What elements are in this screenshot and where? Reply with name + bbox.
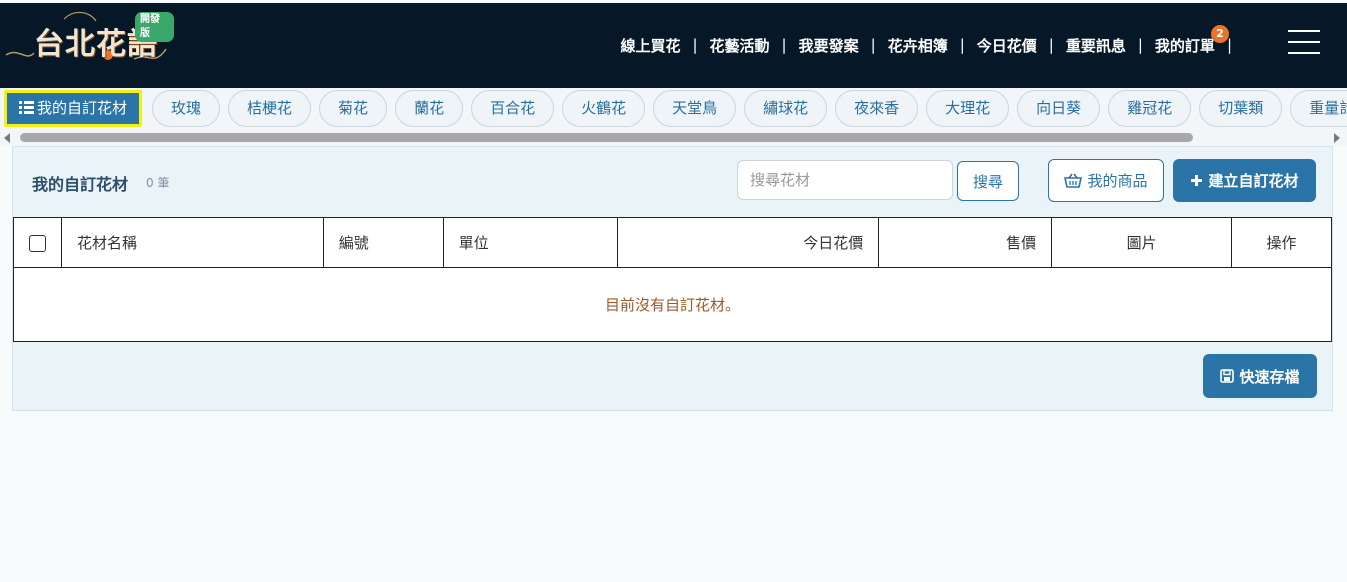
order-count-badge: 2: [1210, 24, 1229, 43]
empty-message: 目前沒有自訂花材。: [13, 267, 1332, 342]
category-anthurium[interactable]: 火鶴花: [562, 90, 646, 127]
category-dahlia[interactable]: 大理花: [926, 90, 1010, 127]
panel-title: 我的自訂花材: [32, 175, 129, 194]
nav-separator: |: [692, 36, 698, 54]
category-tuberose[interactable]: 夜來香: [835, 90, 919, 127]
table-header-row: 花材名稱 編號 單位 今日花價 售價 圖片 操作: [13, 217, 1332, 268]
create-custom-material-button[interactable]: 建立自訂花材: [1173, 159, 1316, 202]
site-logo[interactable]: 台北花語 開發版: [4, 7, 174, 81]
nav-separator: |: [870, 36, 876, 54]
nav-my-orders-label: 我的訂單: [1154, 36, 1215, 55]
materials-table: 花材名稱 編號 單位 今日花價 售價 圖片 操作 目前沒有自訂花材。: [13, 217, 1332, 342]
nav-important-news[interactable]: 重要訊息: [1066, 35, 1126, 56]
category-bar: 我的自訂花材 玫瑰 桔梗花 菊花 蘭花 百合花 火鶴花 天堂鳥 繡球花 夜來香 …: [0, 88, 1347, 146]
nav-separator: |: [1137, 36, 1143, 54]
category-by-weight[interactable]: 重量計花: [1290, 90, 1347, 127]
nav-separator: |: [1226, 36, 1232, 54]
category-list: 我的自訂花材 玫瑰 桔梗花 菊花 蘭花 百合花 火鶴花 天堂鳥 繡球花 夜來香 …: [4, 90, 1347, 127]
category-eustoma[interactable]: 桔梗花: [228, 90, 312, 127]
category-celosia[interactable]: 雞冠花: [1108, 90, 1192, 127]
nav-post-job[interactable]: 我要發案: [799, 35, 859, 56]
nav-separator: |: [781, 36, 787, 54]
scrollbar-thumb[interactable]: [20, 133, 1193, 142]
quick-save-label: 快速存檔: [1239, 367, 1300, 386]
category-hydrangea[interactable]: 繡球花: [744, 90, 828, 127]
nav-floral-events[interactable]: 花藝活動: [710, 35, 770, 56]
plus-icon: [1190, 174, 1203, 187]
category-chrysanthemum[interactable]: 菊花: [319, 90, 388, 127]
horizontal-scrollbar[interactable]: [0, 130, 1347, 143]
category-orchid[interactable]: 蘭花: [395, 90, 464, 127]
category-my-custom[interactable]: 我的自訂花材: [4, 90, 143, 127]
category-bird-of-paradise[interactable]: 天堂鳥: [653, 90, 737, 127]
category-sunflower[interactable]: 向日葵: [1017, 90, 1101, 127]
item-count: 0 筆: [146, 176, 170, 190]
col-image: 圖片: [1051, 217, 1232, 268]
col-unit[interactable]: 單位: [442, 217, 618, 268]
category-rose[interactable]: 玫瑰: [152, 90, 221, 127]
table-row: 目前沒有自訂花材。: [13, 267, 1332, 342]
dev-badge: 開發版: [135, 12, 174, 42]
category-my-custom-label: 我的自訂花材: [37, 99, 128, 117]
search-button[interactable]: 搜尋: [957, 161, 1019, 201]
nav-buy-flowers[interactable]: 線上買花: [620, 35, 680, 56]
nav-separator: |: [959, 36, 965, 54]
select-all-checkbox[interactable]: [28, 234, 46, 252]
category-lily[interactable]: 百合花: [471, 90, 555, 127]
list-icon: [19, 101, 34, 114]
col-today-price[interactable]: 今日花價: [616, 217, 880, 268]
select-all-cell: [13, 217, 62, 268]
search-input[interactable]: [737, 160, 953, 200]
col-sale-price[interactable]: 售價: [878, 217, 1053, 268]
basket-icon: [1064, 173, 1083, 188]
scroll-left-arrow-icon[interactable]: [4, 133, 10, 143]
scroll-right-arrow-icon[interactable]: [1334, 133, 1340, 143]
nav-my-orders[interactable]: 我的訂單 2: [1154, 24, 1229, 56]
search-button-label: 搜尋: [972, 172, 1003, 191]
col-name[interactable]: 花材名稱: [60, 217, 324, 268]
nav-flower-album[interactable]: 花卉相簿: [888, 35, 948, 56]
nav-today-prices[interactable]: 今日花價: [977, 35, 1037, 56]
my-products-button[interactable]: 我的商品: [1048, 159, 1164, 202]
top-header: 台北花語 開發版 線上買花 | 花藝活動 | 我要發案 | 花卉相簿 | 今日花…: [0, 3, 1347, 88]
col-actions: 操作: [1231, 217, 1332, 268]
menu-hamburger-icon[interactable]: [1288, 30, 1320, 54]
col-code[interactable]: 編號: [322, 217, 444, 268]
main-nav: 線上買花 | 花藝活動 | 我要發案 | 花卉相簿 | 今日花價 | 重要訊息 …: [620, 24, 1244, 57]
my-products-label: 我的商品: [1087, 172, 1148, 190]
save-icon: [1220, 369, 1235, 383]
category-cut-foliage[interactable]: 切葉類: [1199, 90, 1283, 127]
nav-separator: |: [1048, 36, 1054, 54]
custom-materials-panel: 我的自訂花材 0 筆 搜尋 我的商品 建立自訂花材 花材名稱 編號 單位 今日花…: [12, 146, 1333, 411]
quick-save-button[interactable]: 快速存檔: [1203, 354, 1317, 398]
create-button-label: 建立自訂花材: [1208, 172, 1299, 190]
